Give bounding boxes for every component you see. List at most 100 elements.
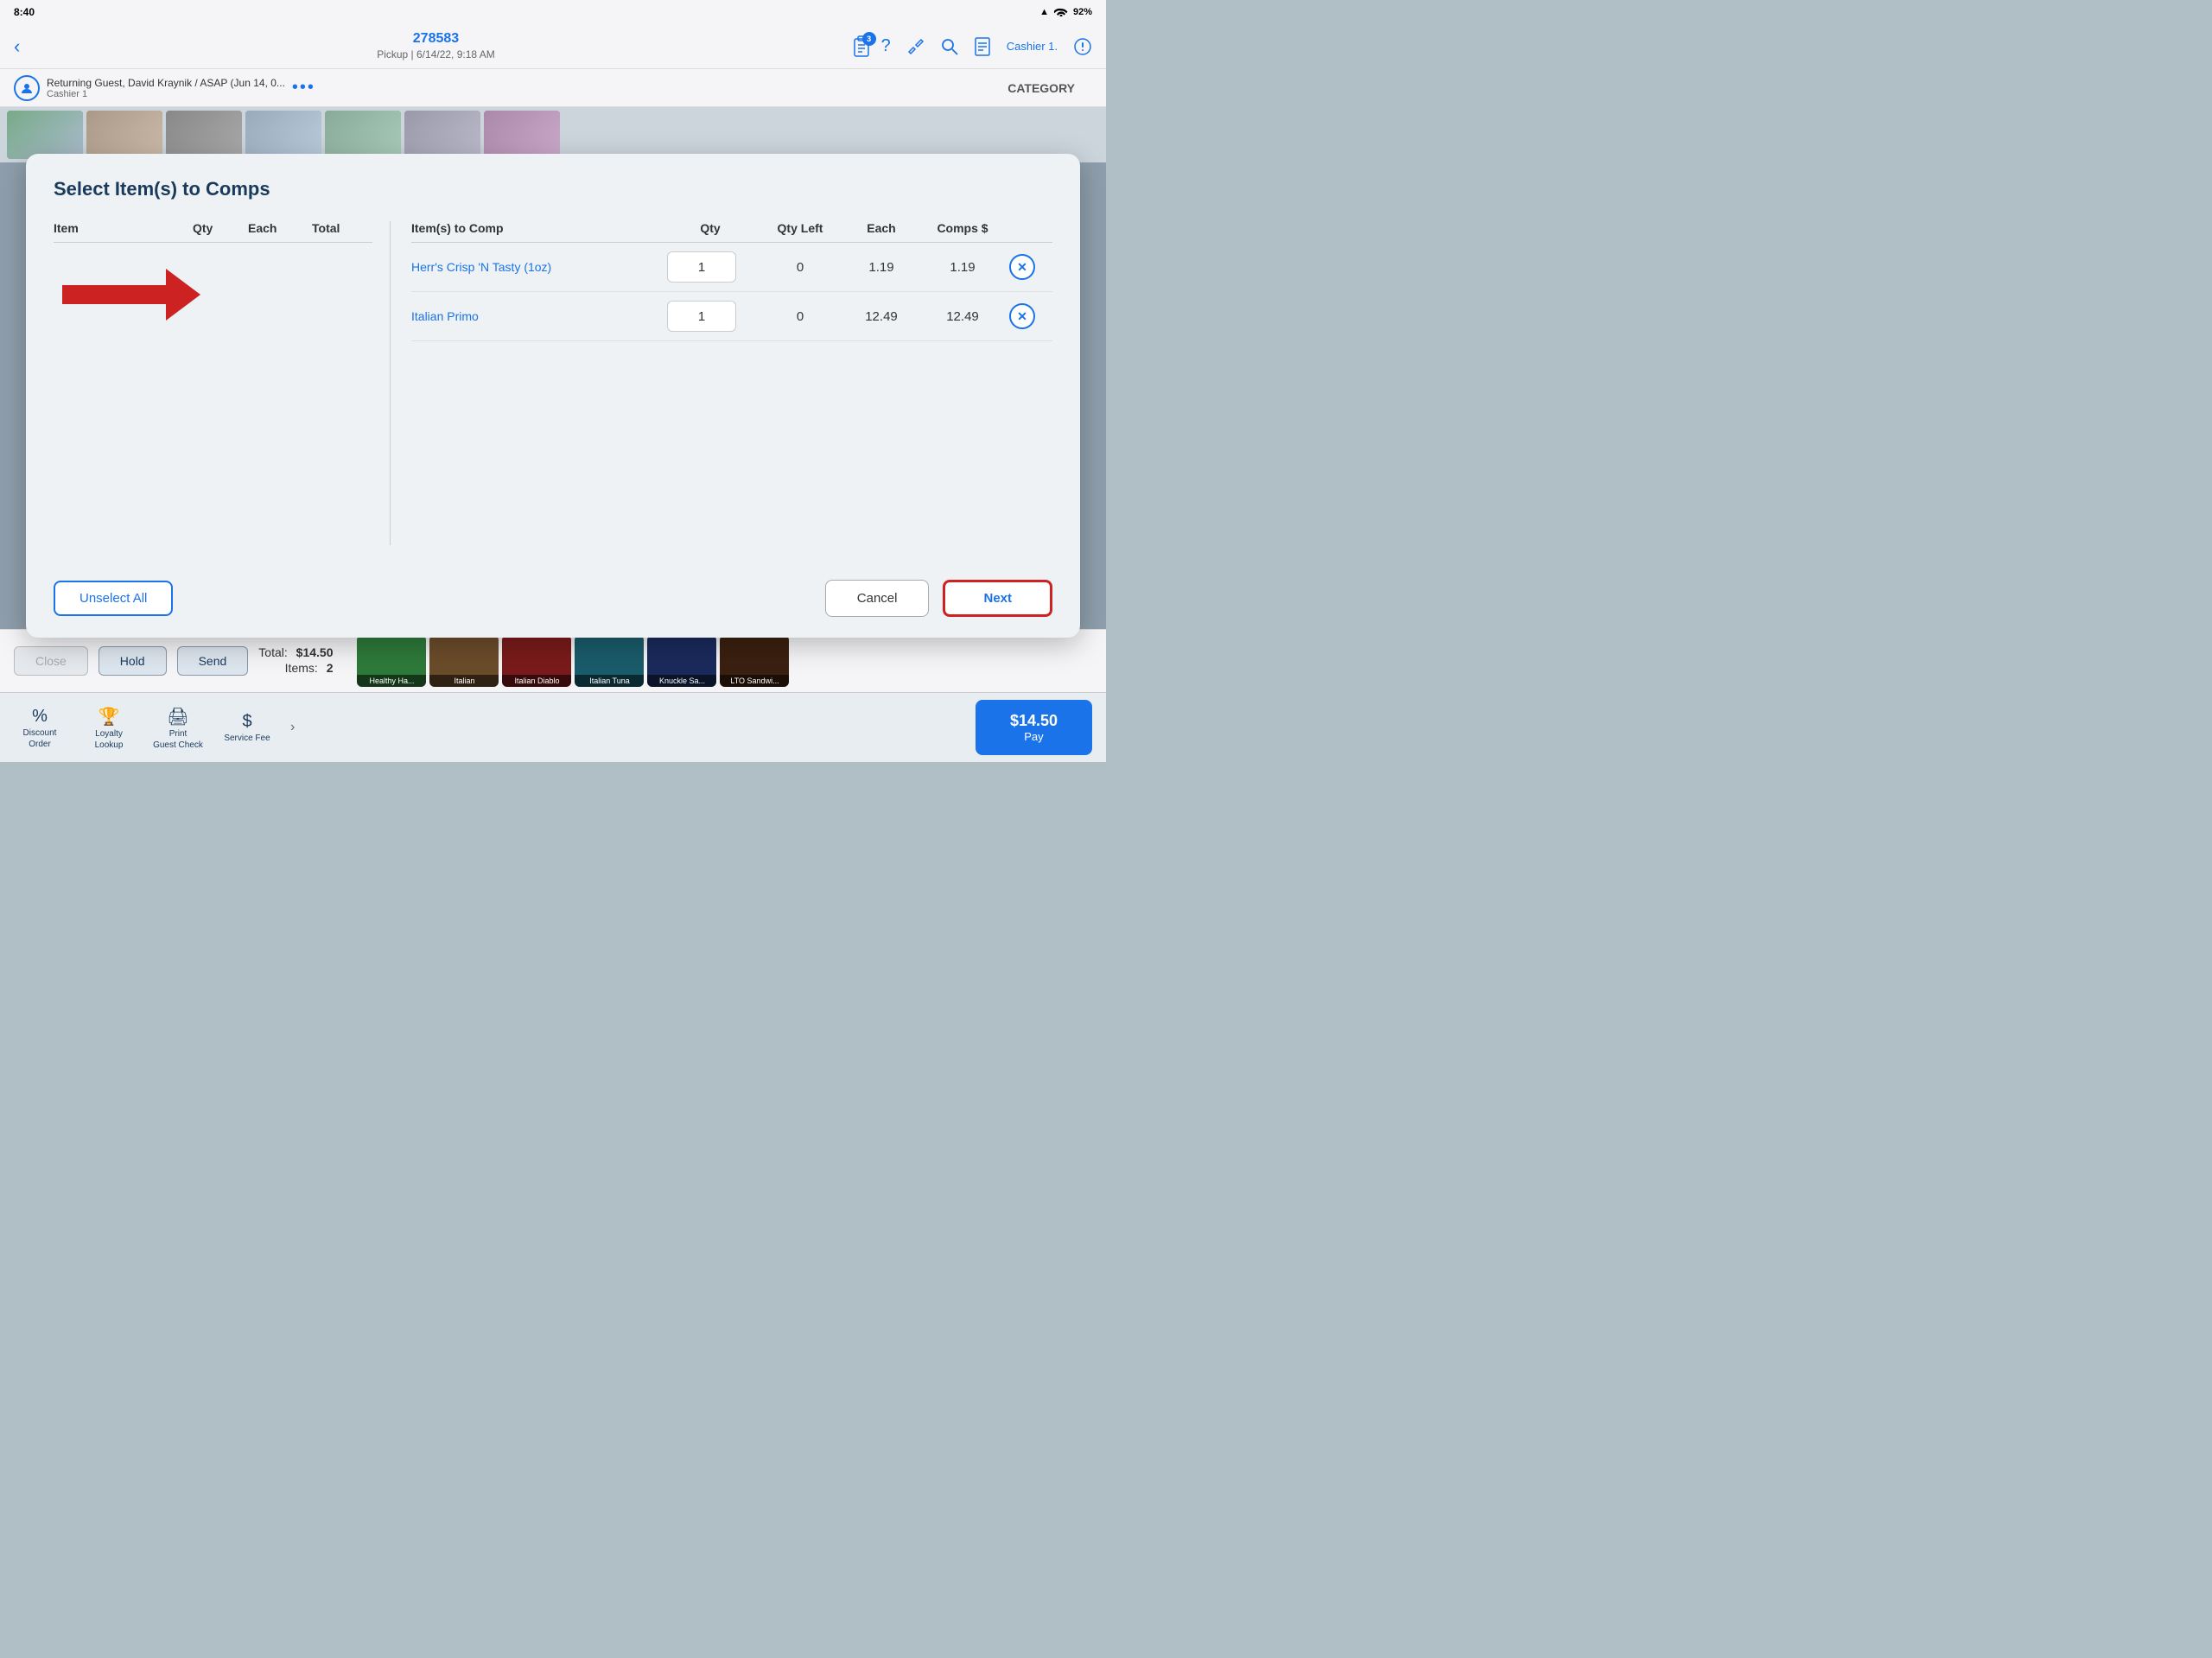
search-button[interactable] xyxy=(941,38,958,55)
comp-qty-input-1[interactable] xyxy=(667,251,736,283)
options-button[interactable]: ••• xyxy=(292,78,315,98)
comp-qty-left-2: 0 xyxy=(757,309,843,324)
status-bar: 8:40 ▲ 92% xyxy=(0,0,1106,24)
food-thumb-3[interactable]: Italian Diablo xyxy=(502,635,571,687)
food-thumb-label-5: Knuckle Sa... xyxy=(647,675,716,687)
comp-qty-input-2[interactable] xyxy=(667,301,736,332)
order-number: 278583 xyxy=(413,30,459,48)
discount-label: Discount xyxy=(23,728,57,738)
print-guest-check-button[interactable]: 🖨 Print Guest Check xyxy=(152,706,204,750)
bottom-row1: Close Hold Send Total: $14.50 Items: 2 H… xyxy=(0,630,1106,692)
arrow-area xyxy=(54,243,372,346)
badge-count: 3 xyxy=(862,32,876,46)
cashier-label: Cashier 1. xyxy=(1007,40,1058,53)
thumb-7[interactable] xyxy=(484,111,560,159)
thumb-4[interactable] xyxy=(245,111,321,159)
total-value: $14.50 xyxy=(296,645,334,659)
food-thumbnails: Healthy Ha... Italian Italian Diablo Ita… xyxy=(357,635,1092,687)
comp-qty-left-1: 0 xyxy=(757,260,843,275)
receipt-button[interactable] xyxy=(974,37,991,56)
food-thumb-2[interactable]: Italian xyxy=(429,635,499,687)
thumb-3[interactable] xyxy=(166,111,242,159)
main-area: Select Item(s) to Comps Item Qty Each To… xyxy=(0,162,1106,629)
comp-row-1: Herr's Crisp 'N Tasty (1oz) 0 1.19 1.19 … xyxy=(411,243,1052,292)
pay-button[interactable]: $14.50 Pay xyxy=(976,700,1092,755)
items-label: Items: xyxy=(285,661,318,675)
modal-footer: Unselect All Cancel Next xyxy=(54,566,1052,617)
comp-row-2: Italian Primo 0 12.49 12.49 ✕ xyxy=(411,292,1052,341)
bottom-section: Close Hold Send Total: $14.50 Items: 2 H… xyxy=(0,629,1106,762)
signal-icon: ▲ xyxy=(1039,7,1049,17)
right-header-each: Each xyxy=(847,221,916,235)
food-thumb-1[interactable]: Healthy Ha... xyxy=(357,635,426,687)
chevron-right-icon: › xyxy=(290,720,295,735)
left-header-item: Item xyxy=(54,221,189,235)
loyalty-lookup-button[interactable]: 🏆 Loyalty Lookup xyxy=(83,706,135,750)
total-line: Total: $14.50 xyxy=(258,645,333,659)
discount-label2: Order xyxy=(29,740,51,749)
remove-button-2[interactable]: ✕ xyxy=(1009,303,1035,329)
left-header-each: Each xyxy=(248,221,308,235)
left-header-total: Total xyxy=(312,221,372,235)
food-thumb-label-6: LTO Sandwi... xyxy=(720,675,789,687)
close-button[interactable]: Close xyxy=(14,646,88,676)
order-info: 278583 Pickup | 6/14/22, 9:18 AM xyxy=(30,30,841,61)
back-button[interactable]: ‹ xyxy=(14,35,20,58)
unselect-all-button[interactable]: Unselect All xyxy=(54,581,173,616)
thumb-5[interactable] xyxy=(325,111,401,159)
comp-comps-2: 12.49 xyxy=(919,309,1006,324)
send-button[interactable]: Send xyxy=(177,646,249,676)
second-nav: Returning Guest, David Kraynik / ASAP (J… xyxy=(0,69,1106,107)
time-display: 8:40 xyxy=(14,6,35,18)
comps-modal: Select Item(s) to Comps Item Qty Each To… xyxy=(26,154,1080,638)
service-fee-button[interactable]: $ Service Fee xyxy=(221,712,273,743)
right-header-comps: Comps $ xyxy=(919,221,1006,235)
pay-amount: $14.50 Pay xyxy=(1010,712,1058,743)
thumb-2[interactable] xyxy=(86,111,162,159)
comp-each-2: 12.49 xyxy=(847,309,916,324)
discount-order-button[interactable]: % Discount Order xyxy=(14,707,66,749)
total-label: Total: xyxy=(258,645,287,659)
comp-arrow xyxy=(62,269,200,321)
remove-button-1[interactable]: ✕ xyxy=(1009,254,1035,280)
wifi-icon xyxy=(1054,6,1068,19)
thumb-6[interactable] xyxy=(404,111,480,159)
order-subtitle: Pickup | 6/14/22, 9:18 AM xyxy=(377,48,495,62)
right-header-qty-left: Qty Left xyxy=(757,221,843,235)
comp-item-name-1: Herr's Crisp 'N Tasty (1oz) xyxy=(411,260,664,274)
footer-right: Cancel Next xyxy=(825,580,1052,617)
items-value: 2 xyxy=(327,661,334,675)
modal-overlay: Select Item(s) to Comps Item Qty Each To… xyxy=(0,162,1106,629)
modal-title: Select Item(s) to Comps xyxy=(54,178,1052,200)
right-header-qty: Qty xyxy=(667,221,753,235)
right-panel: Item(s) to Comp Qty Qty Left Each Comps … xyxy=(391,221,1052,545)
thumb-1[interactable] xyxy=(7,111,83,159)
totals-display: Total: $14.50 Items: 2 xyxy=(258,645,333,677)
right-header-items: Item(s) to Comp xyxy=(411,221,664,235)
pay-label: Pay xyxy=(1010,730,1058,743)
tools-button[interactable] xyxy=(906,37,925,56)
user-text-block: Returning Guest, David Kraynik / ASAP (J… xyxy=(47,77,285,99)
guest-name: Returning Guest, David Kraynik / ASAP (J… xyxy=(47,77,285,89)
food-thumb-5[interactable]: Knuckle Sa... xyxy=(647,635,716,687)
cancel-button[interactable]: Cancel xyxy=(825,580,930,617)
next-button[interactable]: Next xyxy=(943,580,1052,617)
exit-button[interactable] xyxy=(1073,37,1092,56)
left-panel: Item Qty Each Total xyxy=(54,221,391,545)
hold-button[interactable]: Hold xyxy=(99,646,167,676)
items-line: Items: 2 xyxy=(258,661,333,675)
right-col-headers: Item(s) to Comp Qty Qty Left Each Comps … xyxy=(411,221,1052,243)
comp-each-1: 1.19 xyxy=(847,260,916,275)
arrow-head xyxy=(166,269,200,321)
food-thumb-label-3: Italian Diablo xyxy=(502,675,571,687)
pay-value: $14.50 xyxy=(1010,712,1058,730)
comp-item-name-2: Italian Primo xyxy=(411,309,664,323)
help-button[interactable]: ? xyxy=(881,36,891,56)
discount-icon: % xyxy=(32,707,48,727)
food-thumb-4[interactable]: Italian Tuna xyxy=(575,635,644,687)
user-info: Returning Guest, David Kraynik / ASAP (J… xyxy=(14,75,980,101)
bottom-row2: % Discount Order 🏆 Loyalty Lookup 🖨 Prin… xyxy=(0,692,1106,762)
food-thumb-6[interactable]: LTO Sandwi... xyxy=(720,635,789,687)
top-nav-right: ? Cashier 1. xyxy=(881,36,1092,56)
food-thumb-label-1: Healthy Ha... xyxy=(357,675,426,687)
